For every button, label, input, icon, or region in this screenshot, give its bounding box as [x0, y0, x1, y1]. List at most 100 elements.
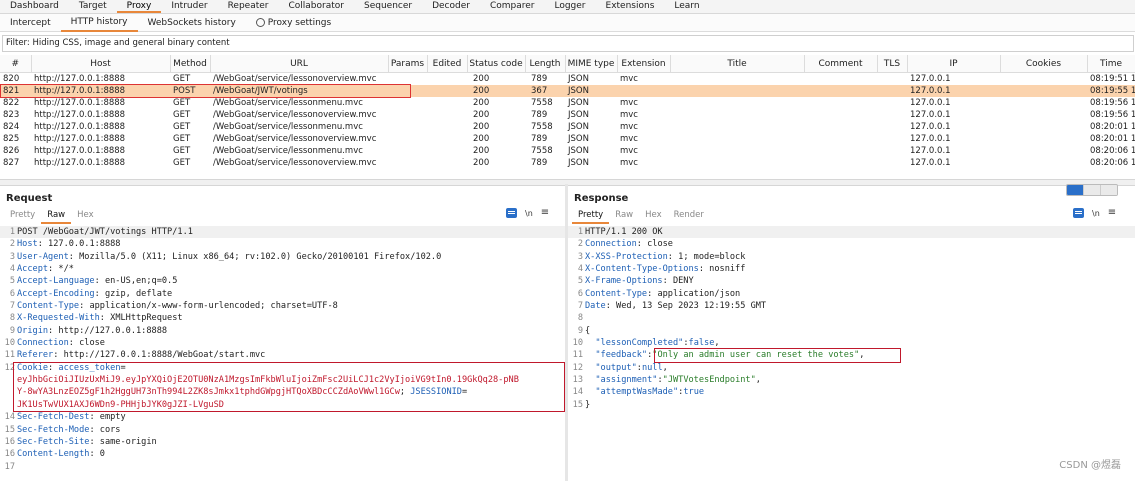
- request-tab-pretty[interactable]: Pretty: [4, 209, 41, 224]
- column-method[interactable]: Method: [170, 55, 211, 73]
- header-name: X-XSS-Protection: [585, 251, 668, 262]
- header-value: : http://127.0.0.1:8888: [48, 325, 168, 336]
- response-tab-pretty[interactable]: Pretty: [572, 209, 610, 224]
- json-key: "lessonCompleted": [595, 338, 684, 349]
- menu-intruder[interactable]: Intruder: [161, 0, 217, 13]
- request-tab-raw[interactable]: Raw: [41, 209, 72, 224]
- cell-url: /WebGoat/service/lessonmenu.mvc: [213, 98, 363, 108]
- menu-target[interactable]: Target: [69, 0, 117, 13]
- menu-repeater[interactable]: Repeater: [218, 0, 279, 13]
- table-row[interactable]: 821 http://127.0.0.1:8888 POST/WebGoat/JWT…: [0, 85, 1135, 97]
- column-edited[interactable]: Edited: [427, 55, 468, 73]
- code-line: 6 Accept-Encoding: gzip, deflate: [0, 288, 565, 300]
- column-cookies[interactable]: Cookies: [1000, 55, 1088, 73]
- column-num[interactable]: #: [0, 55, 32, 73]
- cell-cookies: [1000, 85, 1087, 97]
- cell-url: /WebGoat/service/lessonoverview.mvc: [213, 158, 377, 168]
- response-body[interactable]: 1 HTTP/1.1 200 OK 2 Connection: close 3 X-XSS…: [568, 226, 1135, 411]
- json-comma: ,: [859, 350, 865, 361]
- code-line: 11 Referer: http://127.0.0.1:8888/WebGoat…: [0, 349, 565, 361]
- line-number: 5: [577, 276, 583, 287]
- column-extension[interactable]: Extension: [617, 55, 671, 73]
- column-params[interactable]: Params: [388, 55, 428, 73]
- table-row[interactable]: 825 http://127.0.0.1:8888 GET/WebGoat/serv…: [0, 133, 1135, 145]
- menu-extensions[interactable]: Extensions: [596, 0, 665, 13]
- column-length[interactable]: Length: [525, 55, 566, 73]
- column-time[interactable]: Time: [1087, 55, 1135, 73]
- column-mime-type[interactable]: MIME type: [565, 55, 618, 73]
- cell-method: GET: [173, 74, 191, 84]
- cell-title: [670, 145, 804, 157]
- cell-length: 7558: [531, 146, 553, 156]
- response-tab-render[interactable]: Render: [668, 209, 710, 224]
- table-row[interactable]: 822 http://127.0.0.1:8888 GET/WebGoat/serv…: [0, 97, 1135, 109]
- column-comment[interactable]: Comment: [804, 55, 878, 73]
- cell-host: http://127.0.0.1:8888: [34, 110, 126, 120]
- request-body[interactable]: 1 POST /WebGoat/JWT/votings HTTP/1.1 2 Host…: [0, 226, 565, 473]
- subtab-http-history[interactable]: HTTP history: [60, 14, 138, 32]
- response-tab-raw[interactable]: Raw: [609, 209, 639, 224]
- menu-comparer[interactable]: Comparer: [480, 0, 545, 13]
- subtab-proxy-settings[interactable]: Proxy settings: [246, 15, 341, 31]
- column-status-code[interactable]: Status code: [467, 55, 526, 73]
- line-number: 8: [9, 313, 15, 324]
- header-value: : nosniff: [698, 264, 746, 275]
- cell-params: [388, 133, 427, 145]
- table-row[interactable]: 827 http://127.0.0.1:8888 GET/WebGoat/serv…: [0, 157, 1135, 169]
- cell-comment: [804, 97, 877, 109]
- cell-extension: mvc: [620, 122, 638, 132]
- menu-proxy[interactable]: Proxy: [116, 0, 162, 13]
- cell-extension: [617, 85, 670, 97]
- column-title[interactable]: Title: [670, 55, 805, 73]
- column-url[interactable]: URL: [210, 55, 389, 73]
- column-host[interactable]: Host: [31, 55, 171, 73]
- menu-sequencer[interactable]: Sequencer: [354, 0, 422, 13]
- newline-icon[interactable]: \n: [1092, 209, 1100, 218]
- cell-mime-type: JSON: [568, 74, 589, 84]
- header-value: POST /WebGoat/JWT/votings HTTP/1.1: [17, 227, 193, 237]
- line-number: 14: [4, 412, 15, 423]
- header-value: : close: [68, 338, 105, 349]
- request-tab-hex[interactable]: Hex: [71, 209, 100, 224]
- filter-bar[interactable]: Filter: Hiding CSS, image and general bi…: [2, 35, 1134, 52]
- header-value: : cors: [89, 424, 121, 435]
- line-number: 3: [9, 251, 15, 262]
- menu-decoder[interactable]: Decoder: [422, 0, 480, 13]
- table-row[interactable]: 824 http://127.0.0.1:8888 GET/WebGoat/serv…: [0, 121, 1135, 133]
- cell-ip: 127.0.0.1: [907, 85, 1000, 97]
- response-tab-hex[interactable]: Hex: [639, 209, 668, 224]
- column-ip[interactable]: IP: [907, 55, 1001, 73]
- table-row[interactable]: 820 http://127.0.0.1:8888 GET/WebGoat/serv…: [0, 73, 1135, 86]
- menu-collaborator[interactable]: Collaborator: [279, 0, 354, 13]
- cell-url: /WebGoat/service/lessonmenu.mvc: [213, 122, 363, 132]
- newline-icon[interactable]: \n: [525, 209, 533, 218]
- menu-learn[interactable]: Learn: [664, 0, 709, 13]
- menu-dashboard[interactable]: Dashboard: [0, 0, 69, 13]
- cell-length: 789: [531, 158, 548, 168]
- cell-tls: [877, 85, 907, 97]
- line-number: 5: [9, 276, 15, 287]
- menu-icon[interactable]: ≡: [1108, 208, 1116, 218]
- table-row[interactable]: 823 http://127.0.0.1:8888 GET/WebGoat/serv…: [0, 109, 1135, 121]
- menu-logger[interactable]: Logger: [544, 0, 595, 13]
- menu-icon[interactable]: ≡: [541, 208, 549, 218]
- line-number: 15: [572, 399, 583, 410]
- cell-mime-type: JSON: [568, 158, 589, 168]
- pretty-print-icon[interactable]: [506, 208, 517, 218]
- cell-num: 820: [3, 74, 20, 84]
- pretty-print-icon[interactable]: [1073, 208, 1084, 218]
- header-value: : */*: [48, 264, 74, 275]
- subtab-websockets-history[interactable]: WebSockets history: [138, 15, 246, 31]
- cell-time: 08:19:56 13: [1090, 110, 1135, 120]
- header-name: X-Frame-Options: [585, 276, 663, 287]
- column-tls[interactable]: TLS: [877, 55, 908, 73]
- cell-time: 08:19:55 13: [1087, 85, 1135, 97]
- cell-params: [388, 121, 427, 133]
- subtab-intercept[interactable]: Intercept: [0, 15, 61, 31]
- json-value: false: [688, 338, 715, 349]
- cell-comment: [804, 109, 877, 121]
- cell-comment: [804, 121, 877, 133]
- cell-comment: [804, 73, 877, 86]
- table-row[interactable]: 826 http://127.0.0.1:8888 GET/WebGoat/serv…: [0, 145, 1135, 157]
